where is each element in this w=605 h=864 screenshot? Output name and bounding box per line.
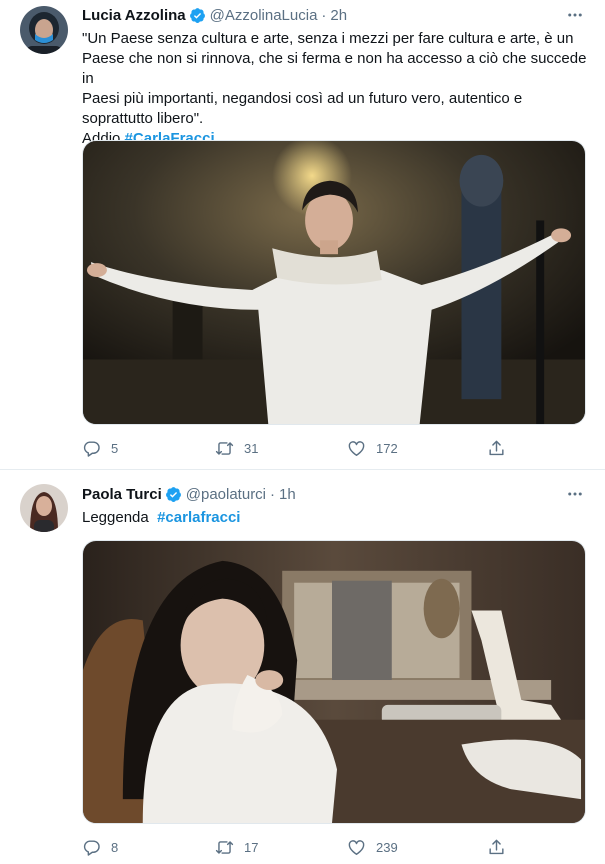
tweet-header: Paola Turci @paolaturci · 1h: [82, 483, 296, 505]
like-icon: [347, 838, 366, 857]
reply-button[interactable]: 5: [82, 436, 118, 460]
tweet-text: "Un Paese senza cultura e arte, senza i …: [82, 29, 590, 149]
display-name[interactable]: Paola Turci: [82, 486, 162, 503]
tweet-text-line: Paesi più importanti, negandosi così ad …: [82, 90, 523, 107]
like-count: 172: [376, 440, 398, 456]
tweet-text-line: soprattutto libero".: [82, 110, 204, 127]
tweet-text: Leggenda #carlafracci: [82, 508, 590, 528]
timestamp[interactable]: 1h: [279, 486, 296, 503]
retweet-count: 31: [244, 440, 259, 456]
more-button[interactable]: [563, 5, 587, 25]
like-button[interactable]: 239: [347, 835, 398, 859]
verified-badge-icon: [165, 486, 182, 503]
like-icon: [347, 439, 366, 458]
display-name[interactable]: Lucia Azzolina: [82, 7, 186, 24]
tweet-actions: 8 17 239: [82, 835, 512, 859]
tweet-actions: 5 31 172: [82, 436, 512, 460]
retweet-icon: [215, 838, 234, 857]
retweet-button[interactable]: 17: [215, 835, 258, 859]
tweet-text-line: Paese che non si rinnova, che si ferma e…: [82, 50, 587, 87]
like-count: 239: [376, 839, 398, 855]
more-icon: [566, 6, 584, 24]
like-button[interactable]: 172: [347, 436, 398, 460]
tweet[interactable]: Paola Turci @paolaturci · 1h Leggenda #c…: [0, 471, 605, 864]
tweet-text-line: Leggenda #carlafracci: [82, 508, 590, 528]
reply-icon: [82, 838, 101, 857]
tweet[interactable]: Lucia Azzolina @AzzolinaLucia · 2h "Un P…: [0, 0, 605, 470]
text-prefix: Leggenda: [82, 509, 158, 526]
tweet-photo[interactable]: [82, 540, 586, 824]
separator-dot: ·: [270, 485, 276, 503]
retweet-button[interactable]: 31: [215, 436, 258, 460]
separator-dot: ·: [321, 6, 327, 24]
user-handle[interactable]: @paolaturci: [186, 486, 266, 503]
tweet-photo[interactable]: [82, 140, 586, 425]
avatar[interactable]: [20, 484, 68, 532]
reply-button[interactable]: 8: [82, 835, 118, 859]
reply-icon: [82, 439, 101, 458]
share-icon: [487, 838, 506, 857]
reply-count: 8: [111, 839, 119, 855]
more-button[interactable]: [563, 484, 587, 504]
more-icon: [566, 485, 584, 503]
retweet-icon: [215, 439, 234, 458]
timestamp[interactable]: 2h: [330, 7, 347, 24]
hashtag-link[interactable]: #carlafracci: [157, 509, 240, 526]
avatar[interactable]: [20, 6, 68, 54]
tweet-header: Lucia Azzolina @AzzolinaLucia · 2h: [82, 4, 347, 26]
verified-badge-icon: [189, 7, 206, 24]
user-handle[interactable]: @AzzolinaLucia: [210, 7, 318, 24]
share-icon: [487, 439, 506, 458]
retweet-count: 17: [244, 839, 259, 855]
share-button[interactable]: [487, 436, 516, 460]
tweet-divider: [0, 469, 605, 470]
reply-count: 5: [111, 440, 119, 456]
share-button[interactable]: [487, 835, 516, 859]
tweet-text-line: "Un Paese senza cultura e arte, senza i …: [82, 30, 574, 47]
